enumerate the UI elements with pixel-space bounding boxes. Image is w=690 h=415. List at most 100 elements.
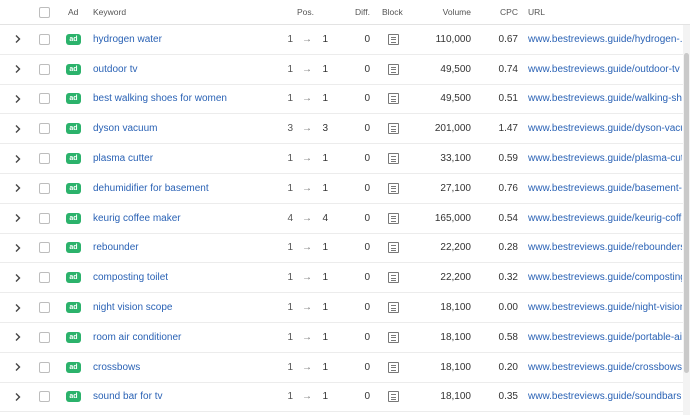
expand-row-button[interactable] bbox=[12, 323, 24, 352]
row-checkbox[interactable] bbox=[39, 331, 50, 343]
row-checkbox[interactable] bbox=[39, 361, 50, 373]
document-icon[interactable] bbox=[388, 63, 399, 75]
url-link[interactable]: www.bestreviews.guide/dyson-vacu bbox=[528, 114, 682, 143]
document-icon[interactable] bbox=[388, 361, 399, 373]
table-row[interactable]: ad rebounder 1 → 1 0 22,200 0.28 www.bes… bbox=[0, 234, 690, 264]
table-row[interactable]: ad crossbows 1 → 1 0 18,100 0.20 www.bes… bbox=[0, 353, 690, 383]
table-row[interactable]: ad keurig coffee maker 4 → 4 0 165,000 0… bbox=[0, 204, 690, 234]
chevron-right-icon bbox=[15, 35, 21, 44]
keyword-link[interactable]: night vision scope bbox=[93, 293, 173, 322]
column-header-difference[interactable]: Diff. bbox=[355, 0, 370, 24]
document-icon[interactable] bbox=[388, 93, 399, 105]
expand-row-button[interactable] bbox=[12, 55, 24, 84]
ad-badge: ad bbox=[66, 361, 81, 373]
url-link[interactable]: www.bestreviews.guide/portable-ai bbox=[528, 323, 682, 352]
cost-per-click: 0.51 bbox=[498, 93, 518, 105]
column-header-url[interactable]: URL bbox=[528, 0, 545, 24]
keyword-link[interactable]: composting toilet bbox=[93, 263, 168, 292]
url-link[interactable]: www.bestreviews.guide/walking-sh bbox=[528, 85, 682, 114]
table-row[interactable]: ad dehumidifier for basement 1 → 1 0 27,… bbox=[0, 174, 690, 204]
expand-row-button[interactable] bbox=[12, 204, 24, 233]
table-row[interactable]: ad room air conditioner 1 → 1 0 18,100 0… bbox=[0, 323, 690, 353]
keyword-link[interactable]: room air conditioner bbox=[93, 323, 181, 352]
keyword-link[interactable]: plasma cutter bbox=[93, 144, 153, 173]
row-checkbox[interactable] bbox=[39, 272, 50, 284]
expand-row-button[interactable] bbox=[12, 383, 24, 412]
row-checkbox[interactable] bbox=[39, 302, 50, 314]
row-checkbox[interactable] bbox=[39, 153, 50, 165]
row-checkbox[interactable] bbox=[39, 212, 50, 224]
keyword-link[interactable]: hydrogen water bbox=[93, 25, 162, 54]
expand-row-button[interactable] bbox=[12, 114, 24, 143]
select-all-checkbox[interactable] bbox=[39, 6, 50, 18]
column-header-block[interactable]: Block bbox=[382, 0, 403, 24]
select-all-cell bbox=[39, 0, 50, 24]
keyword-link[interactable]: outdoor tv bbox=[93, 55, 137, 84]
row-checkbox[interactable] bbox=[39, 242, 50, 254]
url-link[interactable]: www.bestreviews.guide/rebounders bbox=[528, 234, 682, 263]
table-row[interactable]: ad plasma cutter 1 → 1 0 33,100 0.59 www… bbox=[0, 144, 690, 174]
column-header-volume[interactable]: Volume bbox=[433, 0, 471, 24]
expand-row-button[interactable] bbox=[12, 263, 24, 292]
url-link[interactable]: www.bestreviews.guide/night-vision bbox=[528, 293, 682, 322]
row-checkbox[interactable] bbox=[39, 93, 50, 105]
keyword-link[interactable]: sound bar for tv bbox=[93, 383, 162, 412]
document-icon[interactable] bbox=[388, 33, 399, 45]
url-link[interactable]: www.bestreviews.guide/crossbows bbox=[528, 353, 682, 382]
expand-row-button[interactable] bbox=[12, 234, 24, 263]
row-checkbox[interactable] bbox=[39, 33, 50, 45]
scrollbar-track[interactable] bbox=[683, 25, 690, 415]
expand-row-button[interactable] bbox=[12, 293, 24, 322]
url-link[interactable]: www.bestreviews.guide/keurig-coff bbox=[528, 204, 682, 233]
keyword-link[interactable]: best walking shoes for women bbox=[93, 85, 227, 114]
keyword-link[interactable]: dehumidifier for basement bbox=[93, 174, 209, 203]
table-row[interactable]: ad dyson vacuum 3 → 3 0 201,000 1.47 www… bbox=[0, 114, 690, 145]
expand-row-button[interactable] bbox=[12, 144, 24, 173]
document-icon[interactable] bbox=[388, 302, 399, 314]
search-volume: 18,100 bbox=[440, 391, 471, 403]
document-icon[interactable] bbox=[388, 182, 399, 194]
table-row[interactable]: ad composting toilet 1 → 1 0 22,200 0.32… bbox=[0, 263, 690, 294]
block-cell bbox=[388, 323, 399, 352]
document-icon[interactable] bbox=[388, 123, 399, 135]
url-link[interactable]: www.bestreviews.guide/outdoor-tv bbox=[528, 55, 682, 84]
row-checkbox[interactable] bbox=[39, 182, 50, 194]
expand-row-button[interactable] bbox=[12, 174, 24, 203]
keyword-link[interactable]: crossbows bbox=[93, 353, 140, 382]
column-header-cpc[interactable]: CPC bbox=[494, 0, 518, 24]
url-link[interactable]: www.bestreviews.guide/hydrogen-... bbox=[528, 25, 682, 54]
url-link[interactable]: www.bestreviews.guide/composting bbox=[528, 263, 682, 292]
document-icon[interactable] bbox=[388, 331, 399, 343]
table-row[interactable]: ad sound bar for tv 1 → 1 0 18,100 0.35 … bbox=[0, 383, 690, 413]
column-header-ad[interactable]: Ad bbox=[68, 0, 78, 24]
document-icon[interactable] bbox=[388, 153, 399, 165]
url-link[interactable]: www.bestreviews.guide/soundbars bbox=[528, 383, 682, 412]
row-checkbox[interactable] bbox=[39, 391, 50, 403]
keyword-link[interactable]: rebounder bbox=[93, 234, 139, 263]
document-icon[interactable] bbox=[388, 272, 399, 284]
block-cell bbox=[388, 85, 399, 114]
row-checkbox[interactable] bbox=[39, 63, 50, 75]
table-row[interactable]: ad outdoor tv 1 → 1 0 49,500 0.74 www.be… bbox=[0, 55, 690, 85]
url-link[interactable]: www.bestreviews.guide/basement- bbox=[528, 174, 682, 203]
document-icon[interactable] bbox=[388, 212, 399, 224]
url-link[interactable]: www.bestreviews.guide/plasma-cut bbox=[528, 144, 682, 173]
table-row[interactable]: ad best walking shoes for women 1 → 1 0 … bbox=[0, 85, 690, 115]
row-select-cell bbox=[39, 234, 50, 263]
column-header-keyword[interactable]: Keyword bbox=[93, 0, 126, 24]
position-current: 1 bbox=[322, 93, 328, 105]
expand-row-button[interactable] bbox=[12, 25, 24, 54]
row-checkbox[interactable] bbox=[39, 123, 50, 135]
search-volume: 22,200 bbox=[440, 242, 471, 254]
table-row[interactable]: ad night vision scope 1 → 1 0 18,100 0.0… bbox=[0, 293, 690, 323]
keyword-link[interactable]: dyson vacuum bbox=[93, 114, 157, 143]
column-header-position[interactable]: Pos. bbox=[297, 0, 314, 24]
document-icon[interactable] bbox=[388, 391, 399, 403]
document-icon[interactable] bbox=[388, 242, 399, 254]
expand-row-button[interactable] bbox=[12, 85, 24, 114]
table-row[interactable]: ad hydrogen water 1 → 1 0 110,000 0.67 w… bbox=[0, 25, 690, 55]
search-volume: 33,100 bbox=[440, 153, 471, 165]
scrollbar-thumb[interactable] bbox=[684, 53, 689, 373]
keyword-link[interactable]: keurig coffee maker bbox=[93, 204, 181, 233]
expand-row-button[interactable] bbox=[12, 353, 24, 382]
